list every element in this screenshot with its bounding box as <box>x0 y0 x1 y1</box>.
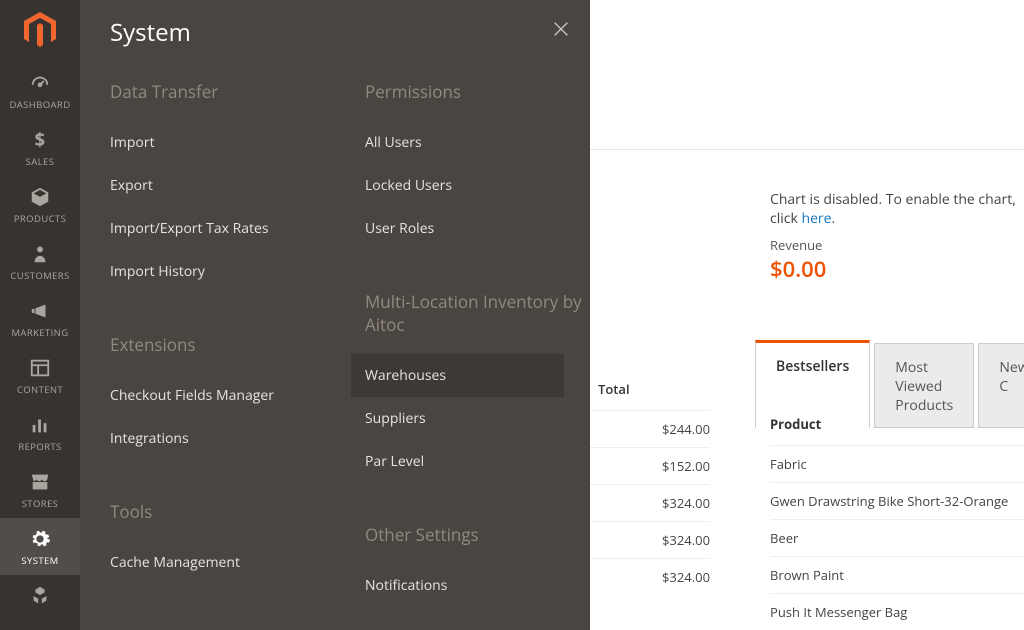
order-total-cell: $324.00 <box>590 521 710 558</box>
menu-all-users[interactable]: All Users <box>365 121 590 164</box>
order-total-cell: $244.00 <box>590 410 710 447</box>
order-total-cell: $324.00 <box>590 484 710 521</box>
rail-label: CUSTOMERS <box>0 269 80 282</box>
menu-notifications[interactable]: Notifications <box>365 564 590 607</box>
menu-integrations[interactable]: Integrations <box>110 417 335 460</box>
menu-par-level[interactable]: Par Level <box>365 440 590 483</box>
bestsellers-list: Fabric Gwen Drawstring Bike Short-32-Ora… <box>770 445 1024 630</box>
bestseller-row[interactable]: Beer <box>770 519 1024 556</box>
bar-chart-icon <box>29 414 51 436</box>
chart-enable-link[interactable]: here <box>801 209 831 228</box>
magento-logo-icon <box>24 12 56 48</box>
gear-icon <box>29 528 51 550</box>
bestseller-row[interactable]: Brown Paint <box>770 556 1024 593</box>
section-heading: Permissions <box>365 80 590 103</box>
section-heading: Other Settings <box>365 523 590 546</box>
person-icon <box>29 243 51 265</box>
box-icon <box>29 186 51 208</box>
storefront-icon <box>29 471 51 493</box>
bestseller-row[interactable]: Push It Messenger Bag <box>770 593 1024 630</box>
rail-label: SYSTEM <box>0 554 80 567</box>
menu-suppliers[interactable]: Suppliers <box>365 397 590 440</box>
bestsellers-header-product: Product <box>770 415 821 433</box>
rail-label: REPORTS <box>0 440 80 453</box>
kpi-revenue: Revenue $0.00 <box>770 236 826 284</box>
rail-products[interactable]: PRODUCTS <box>0 176 80 233</box>
rail-label: DASHBOARD <box>0 98 80 111</box>
flyout-title: System <box>110 16 191 49</box>
close-icon[interactable] <box>550 18 572 40</box>
section-heading: Extensions <box>110 333 335 356</box>
menu-export[interactable]: Export <box>110 164 335 207</box>
rail-system[interactable]: SYSTEM <box>0 518 80 575</box>
cubes-icon <box>29 585 51 607</box>
bestseller-row[interactable]: Fabric <box>770 445 1024 482</box>
menu-import-export-tax-rates[interactable]: Import/Export Tax Rates <box>110 207 335 250</box>
section-heading: Tools <box>110 500 335 523</box>
rail-label: PRODUCTS <box>0 212 80 225</box>
admin-left-rail: DASHBOARD $ SALES PRODUCTS CUSTOMERS MAR… <box>0 0 80 630</box>
rail-label: MARKETING <box>0 326 80 339</box>
rail-sales[interactable]: $ SALES <box>0 119 80 176</box>
rail-content[interactable]: CONTENT <box>0 347 80 404</box>
menu-cache-management[interactable]: Cache Management <box>110 541 335 584</box>
order-total-cell: $324.00 <box>590 558 710 595</box>
gauge-icon <box>29 72 51 94</box>
orders-header-total: Total <box>598 380 630 398</box>
rail-customers[interactable]: CUSTOMERS <box>0 233 80 290</box>
tab-new-customers[interactable]: New C <box>978 343 1024 428</box>
flyout-col-right: Permissions All Users Locked Users User … <box>335 80 590 630</box>
rail-dashboard[interactable]: DASHBOARD <box>0 62 80 119</box>
bestseller-row[interactable]: Gwen Drawstring Bike Short-32-Orange <box>770 482 1024 519</box>
menu-warehouses[interactable]: Warehouses <box>351 354 564 397</box>
rail-marketing[interactable]: MARKETING <box>0 290 80 347</box>
menu-import-history[interactable]: Import History <box>110 250 335 293</box>
chart-msg-suffix: . <box>832 209 836 228</box>
orders-totals-list: $244.00 $152.00 $324.00 $324.00 $324.00 <box>590 410 710 595</box>
megaphone-icon <box>29 300 51 322</box>
chart-disabled-message: Chart is disabled. To enable the chart, … <box>770 190 1024 228</box>
rail-extensions[interactable] <box>0 575 80 619</box>
menu-user-roles[interactable]: User Roles <box>365 207 590 250</box>
rail-label: STORES <box>0 497 80 510</box>
kpi-label: Revenue <box>770 236 826 254</box>
rail-label: SALES <box>0 155 80 168</box>
rail-reports[interactable]: REPORTS <box>0 404 80 461</box>
menu-import[interactable]: Import <box>110 121 335 164</box>
menu-locked-users[interactable]: Locked Users <box>365 164 590 207</box>
flyout-col-left: Data Transfer Import Export Import/Expor… <box>80 80 335 630</box>
rail-label: CONTENT <box>0 383 80 396</box>
section-heading: Multi-Location Inventory by Aitoc <box>365 290 590 336</box>
rail-stores[interactable]: STORES <box>0 461 80 518</box>
menu-checkout-fields-manager[interactable]: Checkout Fields Manager <box>110 374 335 417</box>
kpi-value: $0.00 <box>770 254 826 284</box>
order-total-cell: $152.00 <box>590 447 710 484</box>
svg-text:$: $ <box>35 129 46 151</box>
layout-icon <box>29 357 51 379</box>
system-flyout-panel: System Data Transfer Import Export Impor… <box>80 0 590 630</box>
tab-most-viewed[interactable]: Most Viewed Products <box>874 343 974 428</box>
dollar-icon: $ <box>29 129 51 151</box>
section-heading: Data Transfer <box>110 80 335 103</box>
